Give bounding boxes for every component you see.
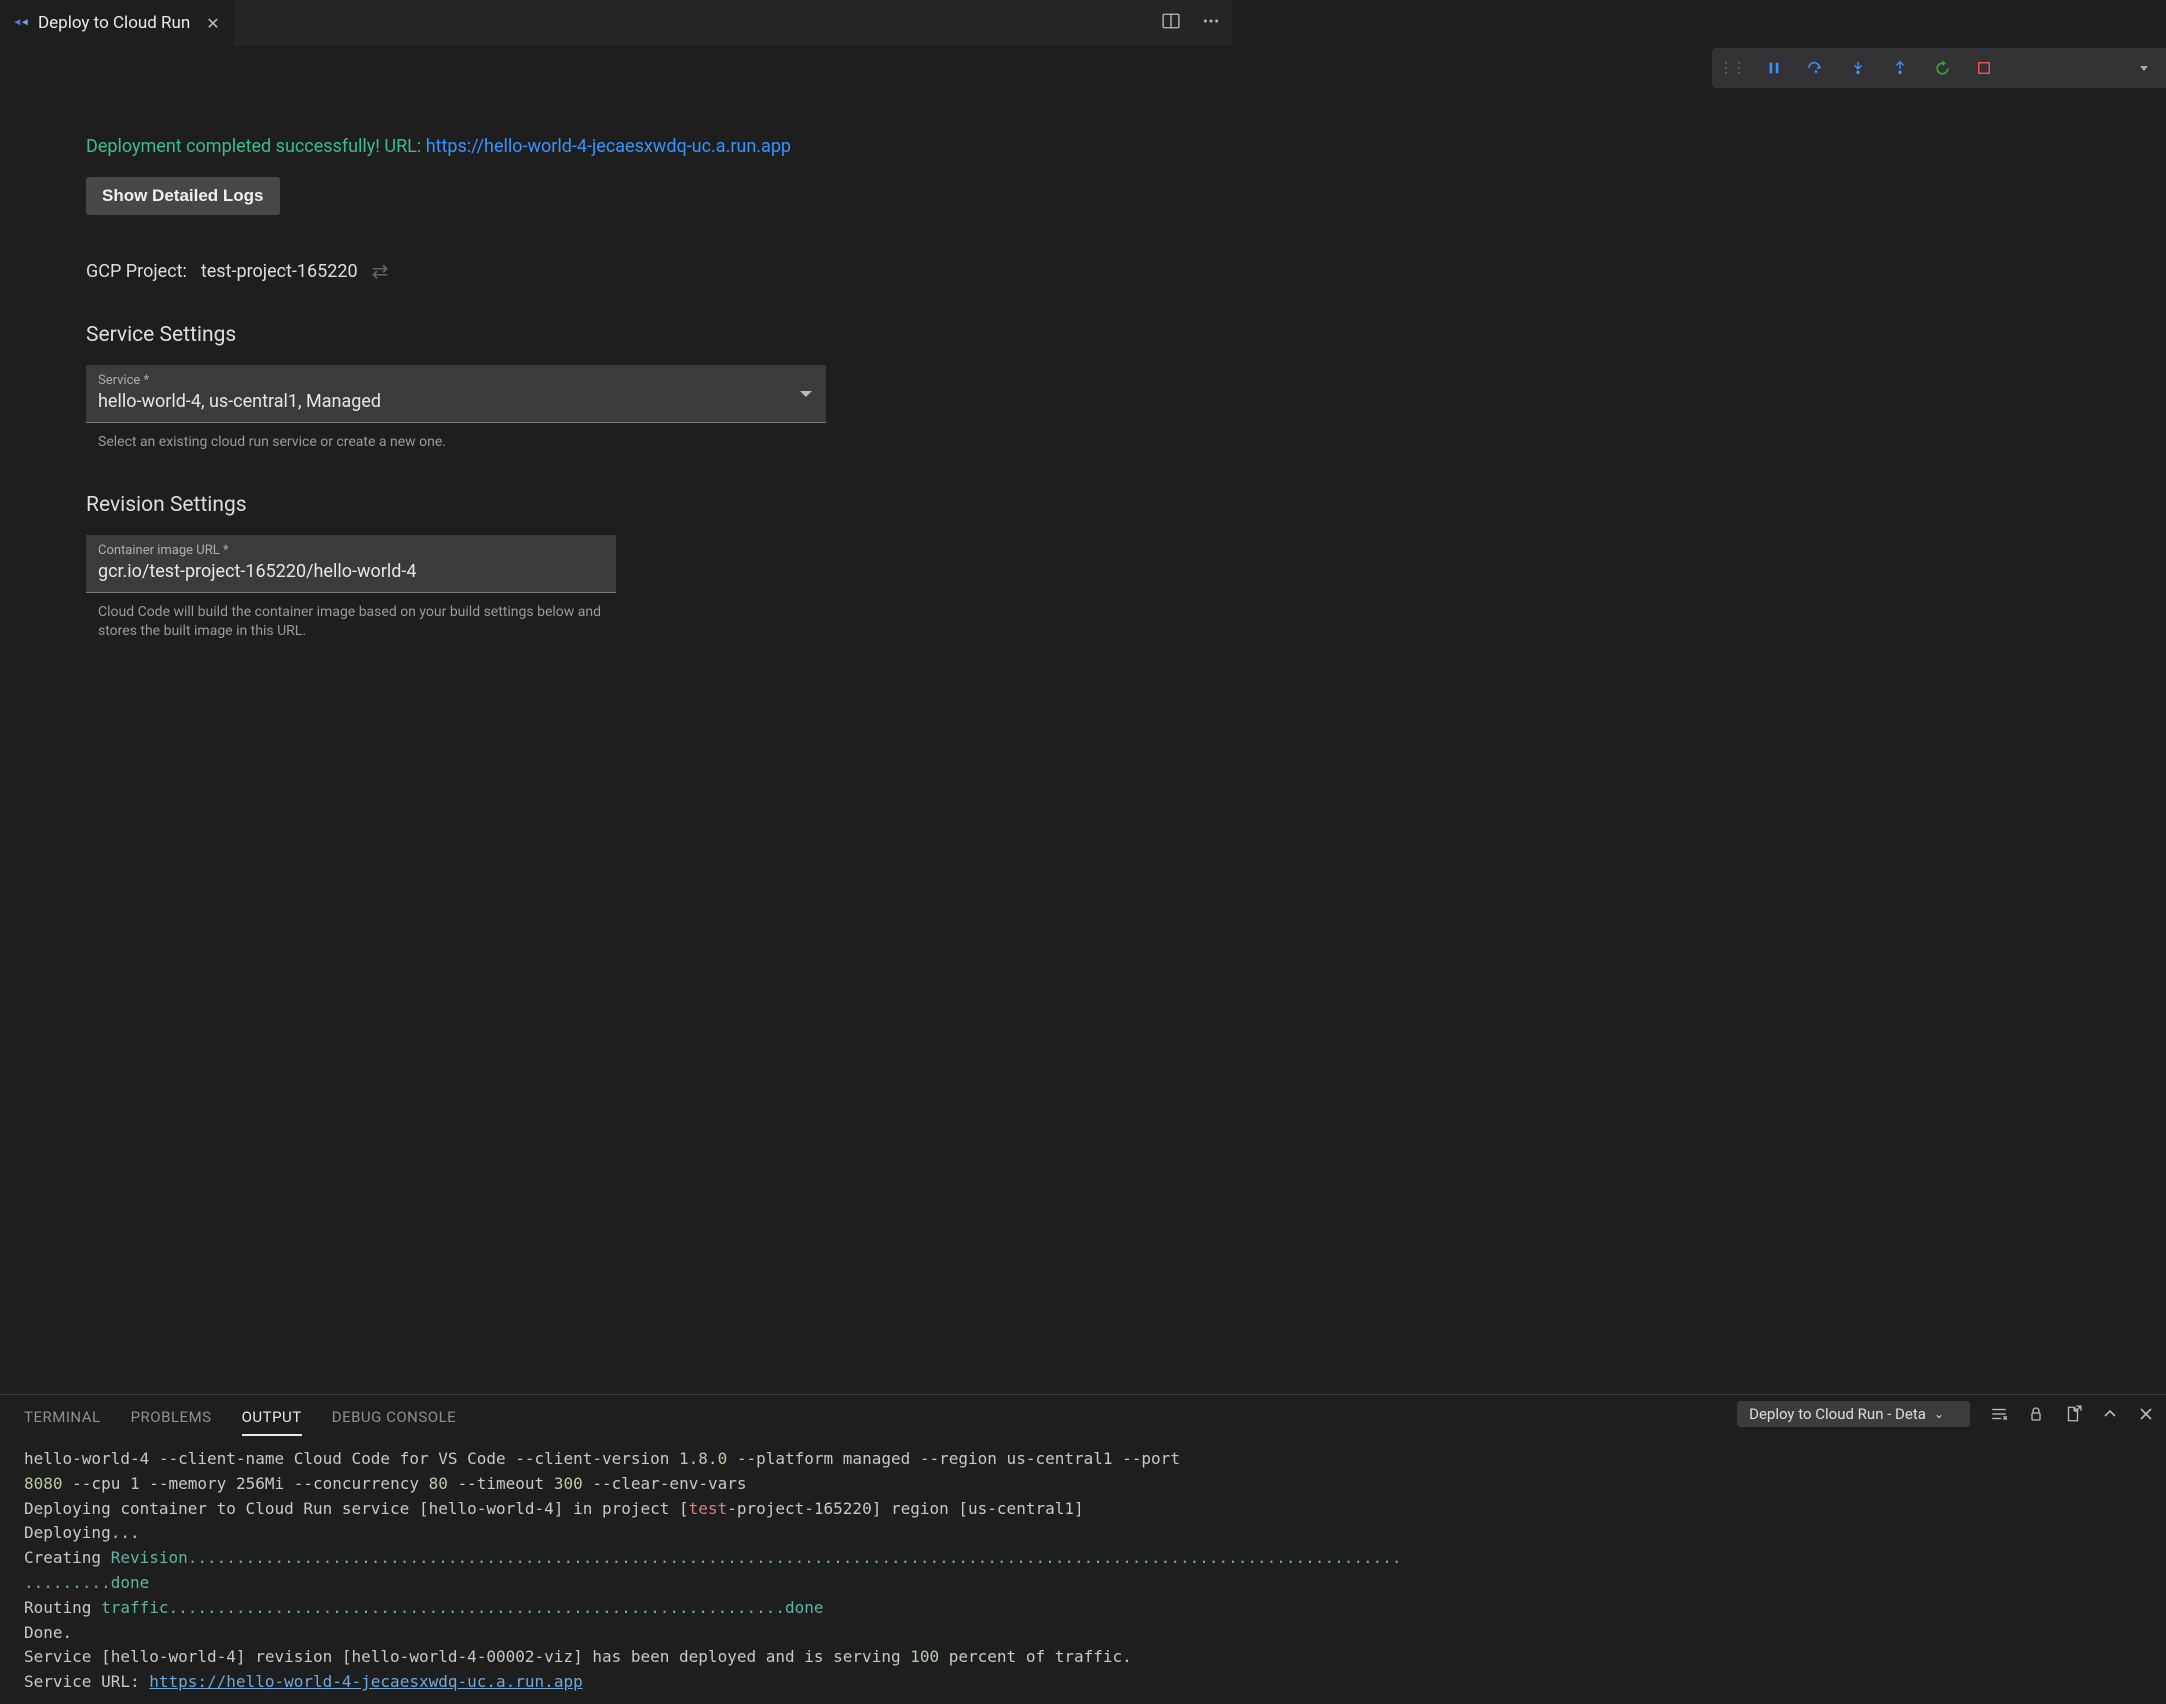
close-icon[interactable]: ✕	[204, 12, 221, 35]
show-detailed-logs-button[interactable]: Show Detailed Logs	[86, 177, 280, 215]
status-text: Deployment completed successfully! URL:	[86, 136, 426, 157]
debug-toolbar[interactable]: ⋮⋮	[1712, 48, 2166, 88]
deployment-url-link[interactable]: https://hello-world-4-jecaesxwdq-uc.a.ru…	[426, 136, 791, 157]
step-over-icon[interactable]	[1806, 58, 1826, 78]
tab-label: Deploy to Cloud Run	[38, 13, 190, 33]
status-message: Deployment completed successfully! URL: …	[86, 136, 1146, 157]
lock-scroll-icon[interactable]	[2028, 1406, 2044, 1422]
restart-icon[interactable]	[1932, 58, 1952, 78]
tab-debug-console[interactable]: DEBUG CONSOLE	[332, 1398, 457, 1436]
gcp-project-label: GCP Project:	[86, 261, 187, 282]
chevron-down-icon: ⌄	[1934, 1407, 1944, 1421]
bottom-panel: TERMINAL PROBLEMS OUTPUT DEBUG CONSOLE D…	[0, 1394, 2166, 1704]
service-field-label: Service *	[98, 373, 814, 388]
close-panel-icon[interactable]	[2138, 1406, 2154, 1422]
tab-problems[interactable]: PROBLEMS	[131, 1398, 212, 1436]
step-out-icon[interactable]	[1890, 58, 1910, 78]
service-field-value: hello-world-4, us-central1, Managed	[98, 391, 814, 412]
service-select[interactable]: Service * hello-world-4, us-central1, Ma…	[86, 365, 826, 423]
output-channel-select[interactable]: Deploy to Cloud Run - Deta ⌄	[1737, 1401, 1970, 1427]
service-url-link[interactable]: https://hello-world-4-jecaesxwdq-uc.a.ru…	[149, 1672, 582, 1691]
chevron-up-icon[interactable]	[2102, 1406, 2118, 1422]
service-hint: Select an existing cloud run service or …	[86, 433, 606, 453]
tab-deploy-cloud-run[interactable]: Deploy to Cloud Run ✕	[0, 0, 235, 46]
revision-settings-heading: Revision Settings	[86, 493, 1146, 517]
cloud-run-icon	[12, 14, 30, 32]
tab-output[interactable]: OUTPUT	[242, 1398, 302, 1436]
gcp-project-row: GCP Project: test-project-165220 ⇄	[86, 259, 1146, 283]
swap-project-icon[interactable]: ⇄	[372, 259, 389, 283]
container-field-label: Container image URL *	[98, 543, 604, 558]
pause-icon[interactable]	[1764, 58, 1784, 78]
clear-output-icon[interactable]	[1990, 1405, 2008, 1423]
drag-handle-icon[interactable]: ⋮⋮	[1722, 58, 1742, 78]
container-hint: Cloud Code will build the container imag…	[86, 603, 606, 642]
panel-actions: Deploy to Cloud Run - Deta ⌄	[1737, 1401, 2154, 1427]
open-log-file-icon[interactable]	[2064, 1405, 2082, 1423]
gcp-project-value: test-project-165220	[201, 261, 358, 282]
editor-tab-bar: Deploy to Cloud Run ✕	[0, 0, 1232, 46]
tab-terminal[interactable]: TERMINAL	[24, 1398, 101, 1436]
service-settings-heading: Service Settings	[86, 323, 1146, 347]
tabbar-actions	[1156, 0, 1226, 46]
output-channel-label: Deploy to Cloud Run - Deta	[1749, 1405, 1926, 1423]
container-image-input[interactable]: Container image URL * gcr.io/test-projec…	[86, 535, 616, 593]
output-content[interactable]: hello-world-4 --client-name Cloud Code f…	[0, 1439, 2166, 1695]
split-editor-icon[interactable]	[1156, 6, 1186, 40]
container-field-value: gcr.io/test-project-165220/hello-world-4	[98, 561, 604, 582]
stop-icon[interactable]	[1974, 58, 1994, 78]
step-into-icon[interactable]	[1848, 58, 1868, 78]
deploy-form: Deployment completed successfully! URL: …	[0, 46, 1232, 706]
chevron-down-icon	[800, 391, 812, 397]
more-icon[interactable]	[1196, 6, 1226, 40]
debug-dropdown-icon[interactable]	[2136, 58, 2156, 78]
